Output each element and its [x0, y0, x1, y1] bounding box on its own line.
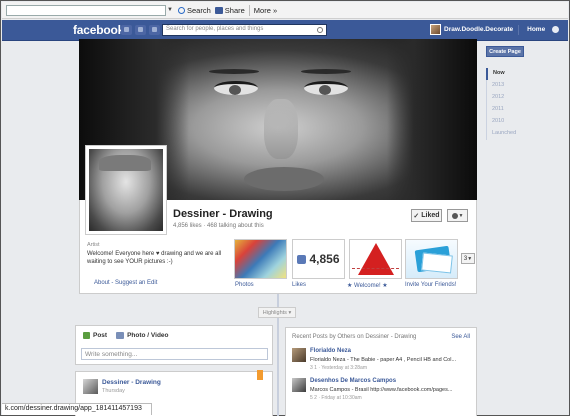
- search-placeholder: Search for people, places and things: [166, 26, 264, 32]
- share-icon: [214, 6, 223, 14]
- page-options-button[interactable]: ▼: [447, 209, 468, 222]
- recent-post-text: Marcos Campos - Brasil http://www.facebo…: [310, 387, 453, 393]
- page-stats: 4,856 likes · 468 talking about this: [173, 223, 264, 229]
- thumbs-up-icon: [297, 254, 307, 264]
- notifications-icon[interactable]: [149, 25, 160, 35]
- about-section: Artist Welcome! Everyone here ♥ drawing …: [87, 242, 232, 266]
- facebook-logo[interactable]: facebook: [73, 23, 124, 37]
- tile-photos-label[interactable]: Photos: [235, 282, 254, 288]
- recent-post-author[interactable]: Florialdo Neza: [310, 348, 351, 354]
- invite-card-front: [421, 252, 453, 274]
- profile-picture[interactable]: [85, 145, 167, 235]
- toolbar-more-button[interactable]: More »: [254, 6, 277, 15]
- tab-photo-video[interactable]: Photo / Video: [116, 332, 169, 339]
- cover-eye-right: [304, 81, 348, 95]
- year-launched[interactable]: Launched: [487, 128, 526, 140]
- year-2013[interactable]: 2013: [487, 80, 526, 92]
- friend-requests-icon[interactable]: [121, 25, 132, 35]
- user-menu: Draw.Doodle.Decorate Home: [430, 24, 560, 35]
- chevron-down-icon[interactable]: ▼: [167, 7, 174, 13]
- tile-welcome-label[interactable]: ★ Welcome! ★: [347, 282, 388, 289]
- cover-brow-right: [301, 69, 351, 74]
- recent-post-author[interactable]: Desenhos De Marcos Campos: [310, 378, 396, 384]
- bookmark-ribbon-icon: [257, 370, 263, 380]
- about-links[interactable]: About - Suggest an Edit: [94, 280, 157, 286]
- tab-post-label: Post: [93, 332, 108, 339]
- browser-toolbar: ▼ Search Share More »: [2, 2, 568, 19]
- toolbar-divider: [248, 4, 250, 16]
- composer-tabs: Post Photo / Video: [83, 332, 169, 339]
- avatar[interactable]: [292, 348, 306, 362]
- post-author[interactable]: Dessiner - Drawing: [102, 379, 161, 386]
- about-heading: Artist: [87, 242, 100, 248]
- nav-divider: [518, 24, 520, 35]
- toolbar-share-button[interactable]: Share: [214, 5, 245, 15]
- tab-post[interactable]: Post: [83, 332, 107, 339]
- recent-posts-box: Recent Posts by Others on Dessiner - Dra…: [285, 327, 477, 416]
- user-name-link[interactable]: Draw.Doodle.Decorate: [444, 26, 513, 33]
- search-input[interactable]: Search for people, places and things: [162, 24, 327, 36]
- home-link[interactable]: Home: [527, 26, 545, 33]
- toolbar-input[interactable]: [6, 4, 166, 16]
- messages-icon[interactable]: [135, 25, 146, 35]
- year-2010[interactable]: 2010: [487, 116, 526, 128]
- toolbar-share-label: Share: [224, 5, 245, 15]
- post-composer: Post Photo / Video Write something...: [75, 325, 273, 365]
- tile-welcome[interactable]: [349, 239, 402, 279]
- tile-likes-label[interactable]: Likes: [292, 282, 306, 288]
- recent-post-meta[interactable]: 3 1 · Yesterday at 3:28am: [310, 365, 367, 371]
- avatar[interactable]: [430, 24, 441, 35]
- search-icon[interactable]: [317, 27, 323, 33]
- browser-status-url: k.com/dessiner.drawing/app_181411457193: [2, 403, 152, 415]
- year-2012[interactable]: 2012: [487, 92, 526, 104]
- liked-button[interactable]: ✓ Liked: [411, 209, 442, 222]
- recent-posts-heading: Recent Posts by Others on Dessiner - Dra…: [292, 334, 417, 340]
- highlights-dropdown[interactable]: Highlights ▾: [258, 307, 296, 318]
- cover-hair-right: [387, 39, 477, 200]
- search-icon: [178, 6, 185, 14]
- toolbar-search-label: Search: [187, 5, 211, 15]
- composer-input[interactable]: Write something...: [81, 348, 268, 360]
- page-title[interactable]: Dessiner - Drawing: [173, 208, 273, 220]
- browser-window: ▼ Search Share More » facebook Search fo…: [0, 0, 570, 416]
- profile-picture-image: [89, 149, 163, 231]
- tile-invite[interactable]: [405, 239, 458, 279]
- recent-post-meta[interactable]: 5 2 · Friday at 10:30am: [310, 395, 362, 401]
- chevron-down-icon: ▼: [467, 255, 473, 262]
- cover-nose: [264, 99, 298, 159]
- gear-icon: [451, 212, 458, 219]
- cover-brow-left: [209, 69, 259, 74]
- timeline-year-nav: Now 2013 2012 2011 2010 Launched: [486, 68, 526, 140]
- photo-icon: [116, 332, 125, 339]
- liked-label: Liked: [421, 212, 440, 219]
- status-icon: [83, 332, 90, 339]
- toolbar-more-label: More »: [253, 5, 278, 15]
- likes-count: 4,856: [309, 252, 340, 266]
- see-all-link[interactable]: See All: [451, 334, 470, 340]
- more-apps-button[interactable]: 3 ▼: [461, 253, 475, 264]
- avatar[interactable]: [292, 378, 306, 392]
- year-now[interactable]: Now: [486, 68, 526, 80]
- welcome-wave: [352, 268, 399, 271]
- recent-post-text: Florialdo Neza - The Babie - paper A4 , …: [310, 357, 457, 363]
- tile-invite-label[interactable]: Invite Your Friends!: [405, 282, 456, 288]
- create-page-button[interactable]: Create Page: [486, 46, 524, 57]
- year-2011[interactable]: 2011: [487, 104, 526, 116]
- tile-likes[interactable]: 4,856: [292, 239, 345, 279]
- tab-photo-label: Photo / Video: [127, 332, 169, 339]
- check-icon: ✓: [413, 212, 420, 220]
- gear-icon[interactable]: [552, 26, 560, 33]
- facebook-top-bar: facebook Search for people, places and t…: [2, 20, 568, 41]
- about-text: Welcome! Everyone here ♥ drawing and we …: [87, 251, 222, 265]
- cover-eye-left: [214, 81, 258, 95]
- chevron-down-icon: ▼: [458, 212, 464, 219]
- cover-lips: [244, 167, 324, 191]
- post-timestamp[interactable]: Thursday: [102, 388, 125, 394]
- avatar[interactable]: [83, 379, 98, 394]
- tile-photos[interactable]: [234, 239, 287, 279]
- toolbar-search-button[interactable]: Search: [178, 6, 211, 15]
